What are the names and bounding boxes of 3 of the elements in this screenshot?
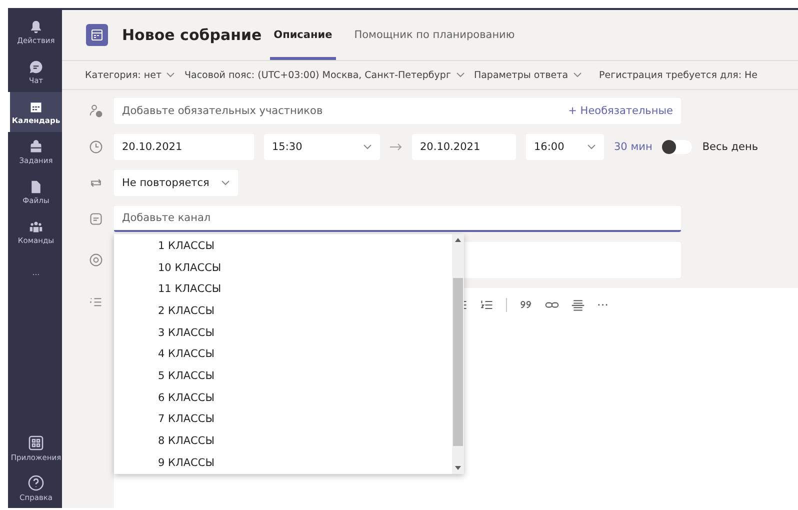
- duration: 30 мин: [614, 141, 652, 153]
- meeting-title: Новое собрание: [122, 26, 262, 44]
- all-day-label: Весь день: [702, 141, 758, 153]
